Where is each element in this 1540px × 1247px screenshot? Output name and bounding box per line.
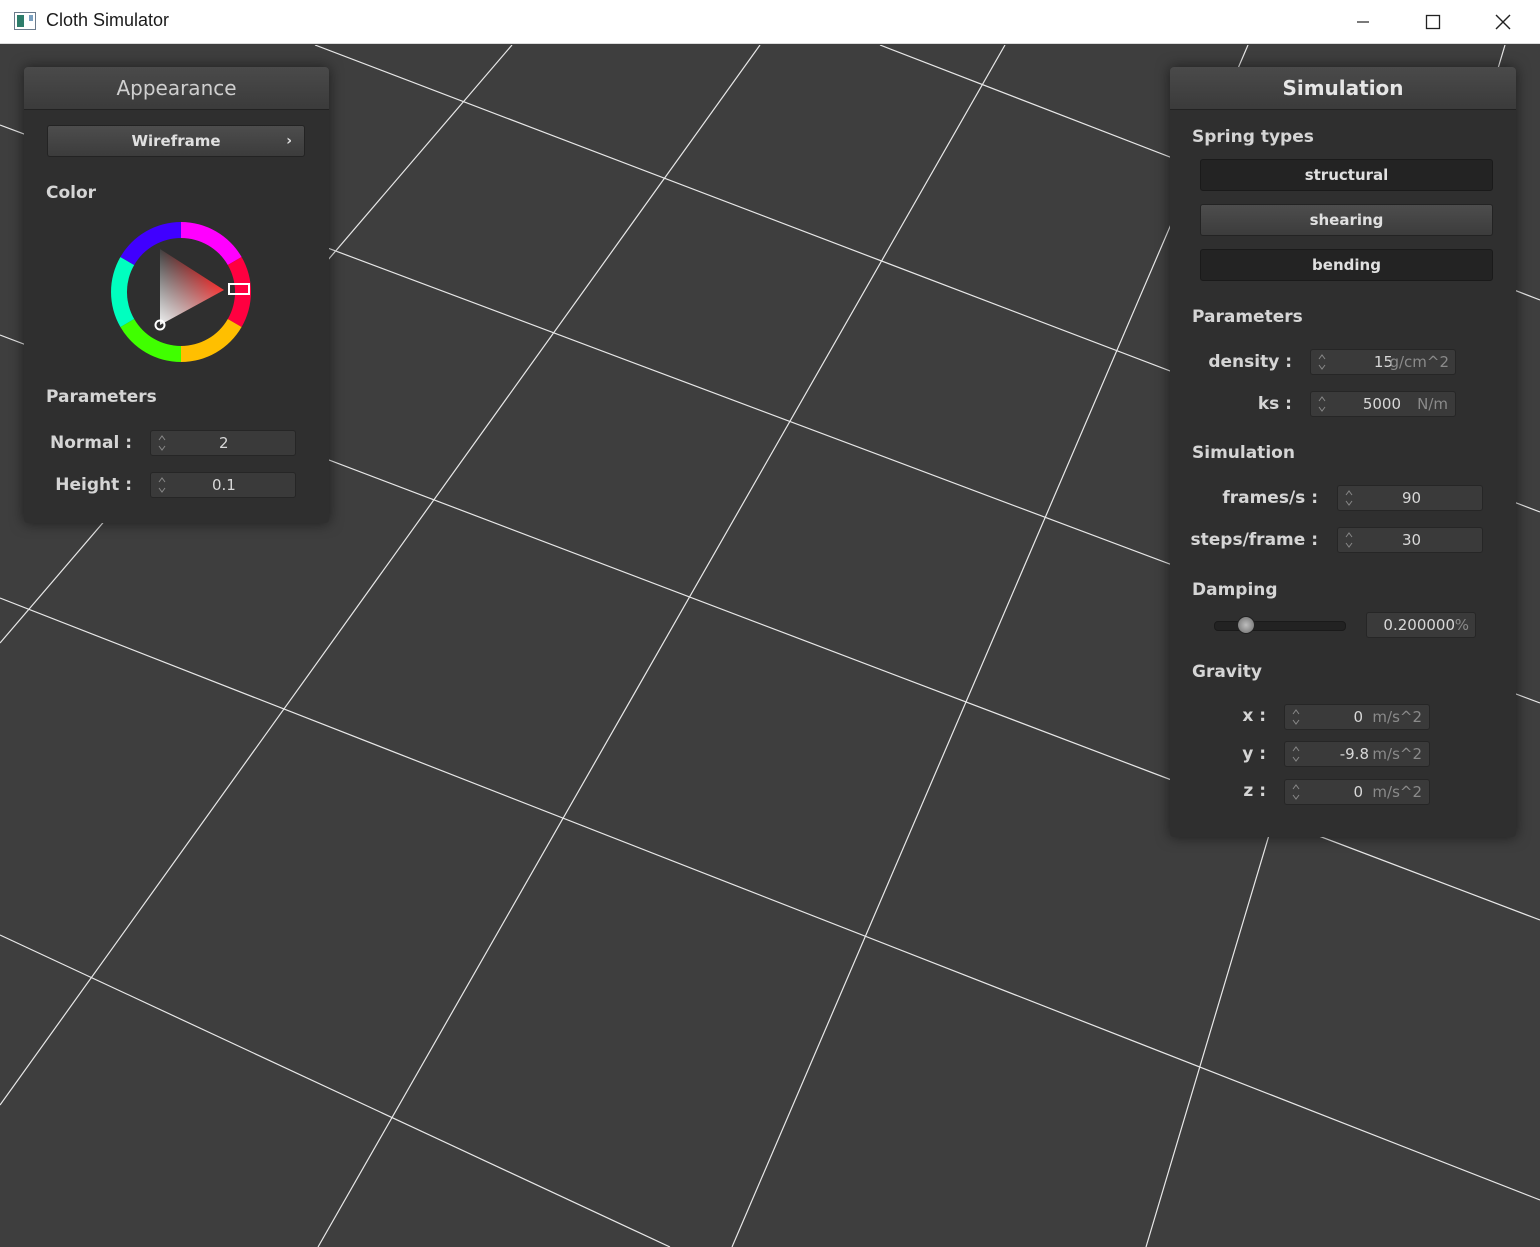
steps-label: steps/frame : — [1190, 530, 1318, 550]
fps-input[interactable]: 90 — [1337, 485, 1483, 511]
spinner-icon — [158, 477, 166, 493]
color-wheel[interactable] — [106, 217, 256, 367]
damping-unit: % — [1454, 616, 1469, 634]
spinner-icon — [1345, 532, 1353, 548]
spinner-icon — [158, 435, 166, 451]
fps-label: frames/s : — [1222, 488, 1318, 508]
damping-label: Damping — [1192, 580, 1278, 600]
close-button[interactable] — [1468, 0, 1538, 44]
sim-params-label: Parameters — [1192, 307, 1303, 327]
spinner-icon — [1292, 784, 1300, 800]
appearance-panel: Appearance Wireframe › Color Parameters … — [24, 67, 329, 523]
spinner-icon — [1292, 746, 1300, 762]
gravity-z-label: z : — [1243, 781, 1266, 801]
ks-value: 5000 — [1362, 395, 1401, 413]
density-unit: g/cm^2 — [1389, 353, 1449, 371]
gravity-z-unit: m/s^2 — [1372, 783, 1422, 801]
gravity-label: Gravity — [1192, 662, 1262, 682]
title-bar: Cloth Simulator — [0, 0, 1540, 44]
minimize-icon — [1357, 21, 1369, 23]
gravity-y-input[interactable]: -9.8 m/s^2 — [1284, 741, 1430, 767]
spinner-icon — [1318, 396, 1326, 412]
window-title: Cloth Simulator — [46, 10, 170, 30]
gravity-z-input[interactable]: 0 m/s^2 — [1284, 779, 1430, 805]
color-label: Color — [46, 183, 97, 203]
gravity-y-label: y : — [1242, 744, 1266, 764]
damping-value: 0.200000 — [1383, 616, 1455, 634]
density-input[interactable]: 15 g/cm^2 — [1310, 349, 1456, 375]
appearance-header: Appearance — [24, 67, 329, 110]
shearing-toggle[interactable]: shearing — [1200, 204, 1493, 236]
spring-types-label: Spring types — [1192, 127, 1314, 147]
gravity-y-value: -9.8 — [1339, 745, 1369, 763]
gravity-x-unit: m/s^2 — [1372, 708, 1422, 726]
app-icon — [14, 12, 36, 30]
height-value: 0.1 — [212, 476, 236, 494]
height-label: Height : — [55, 475, 132, 495]
simulation-header: Simulation — [1170, 67, 1516, 110]
spinner-icon — [1292, 709, 1300, 725]
maximize-icon — [1425, 14, 1441, 30]
chevron-right-icon: › — [286, 133, 292, 149]
ks-label: ks : — [1257, 394, 1292, 414]
maximize-button[interactable] — [1398, 0, 1468, 44]
render-mode-label: Wireframe — [131, 132, 221, 150]
height-input[interactable]: 0.1 — [150, 472, 296, 498]
structural-toggle[interactable]: structural — [1200, 159, 1493, 191]
minimize-button[interactable] — [1328, 0, 1398, 44]
damping-slider-handle[interactable] — [1237, 616, 1256, 634]
steps-value: 30 — [1402, 531, 1422, 549]
gravity-x-label: x : — [1242, 706, 1266, 726]
steps-input[interactable]: 30 — [1337, 527, 1483, 553]
grid-line — [317, 45, 1006, 1247]
render-mode-dropdown[interactable]: Wireframe › — [47, 125, 305, 157]
appearance-params-label: Parameters — [46, 387, 157, 407]
simulation-section-label: Simulation — [1192, 443, 1295, 463]
normal-value: 2 — [219, 434, 229, 452]
spinner-icon — [1345, 490, 1353, 506]
density-label: density : — [1208, 352, 1292, 372]
bending-toggle[interactable]: bending — [1200, 249, 1493, 281]
fps-value: 90 — [1402, 489, 1422, 507]
ks-unit: N/m — [1417, 395, 1448, 413]
damping-input[interactable]: 0.200000 % — [1366, 612, 1476, 638]
grid-line — [0, 934, 671, 1247]
gravity-x-value: 0 — [1353, 708, 1363, 726]
spinner-icon — [1318, 354, 1326, 370]
damping-slider[interactable] — [1214, 616, 1346, 634]
gravity-x-input[interactable]: 0 m/s^2 — [1284, 704, 1430, 730]
normal-input[interactable]: 2 — [150, 430, 296, 456]
ks-input[interactable]: 5000 N/m — [1310, 391, 1456, 417]
gravity-z-value: 0 — [1353, 783, 1363, 801]
close-icon — [1495, 14, 1511, 30]
simulation-panel: Simulation Spring types structural shear… — [1170, 67, 1516, 837]
gravity-y-unit: m/s^2 — [1372, 745, 1422, 763]
normal-label: Normal : — [49, 433, 132, 453]
